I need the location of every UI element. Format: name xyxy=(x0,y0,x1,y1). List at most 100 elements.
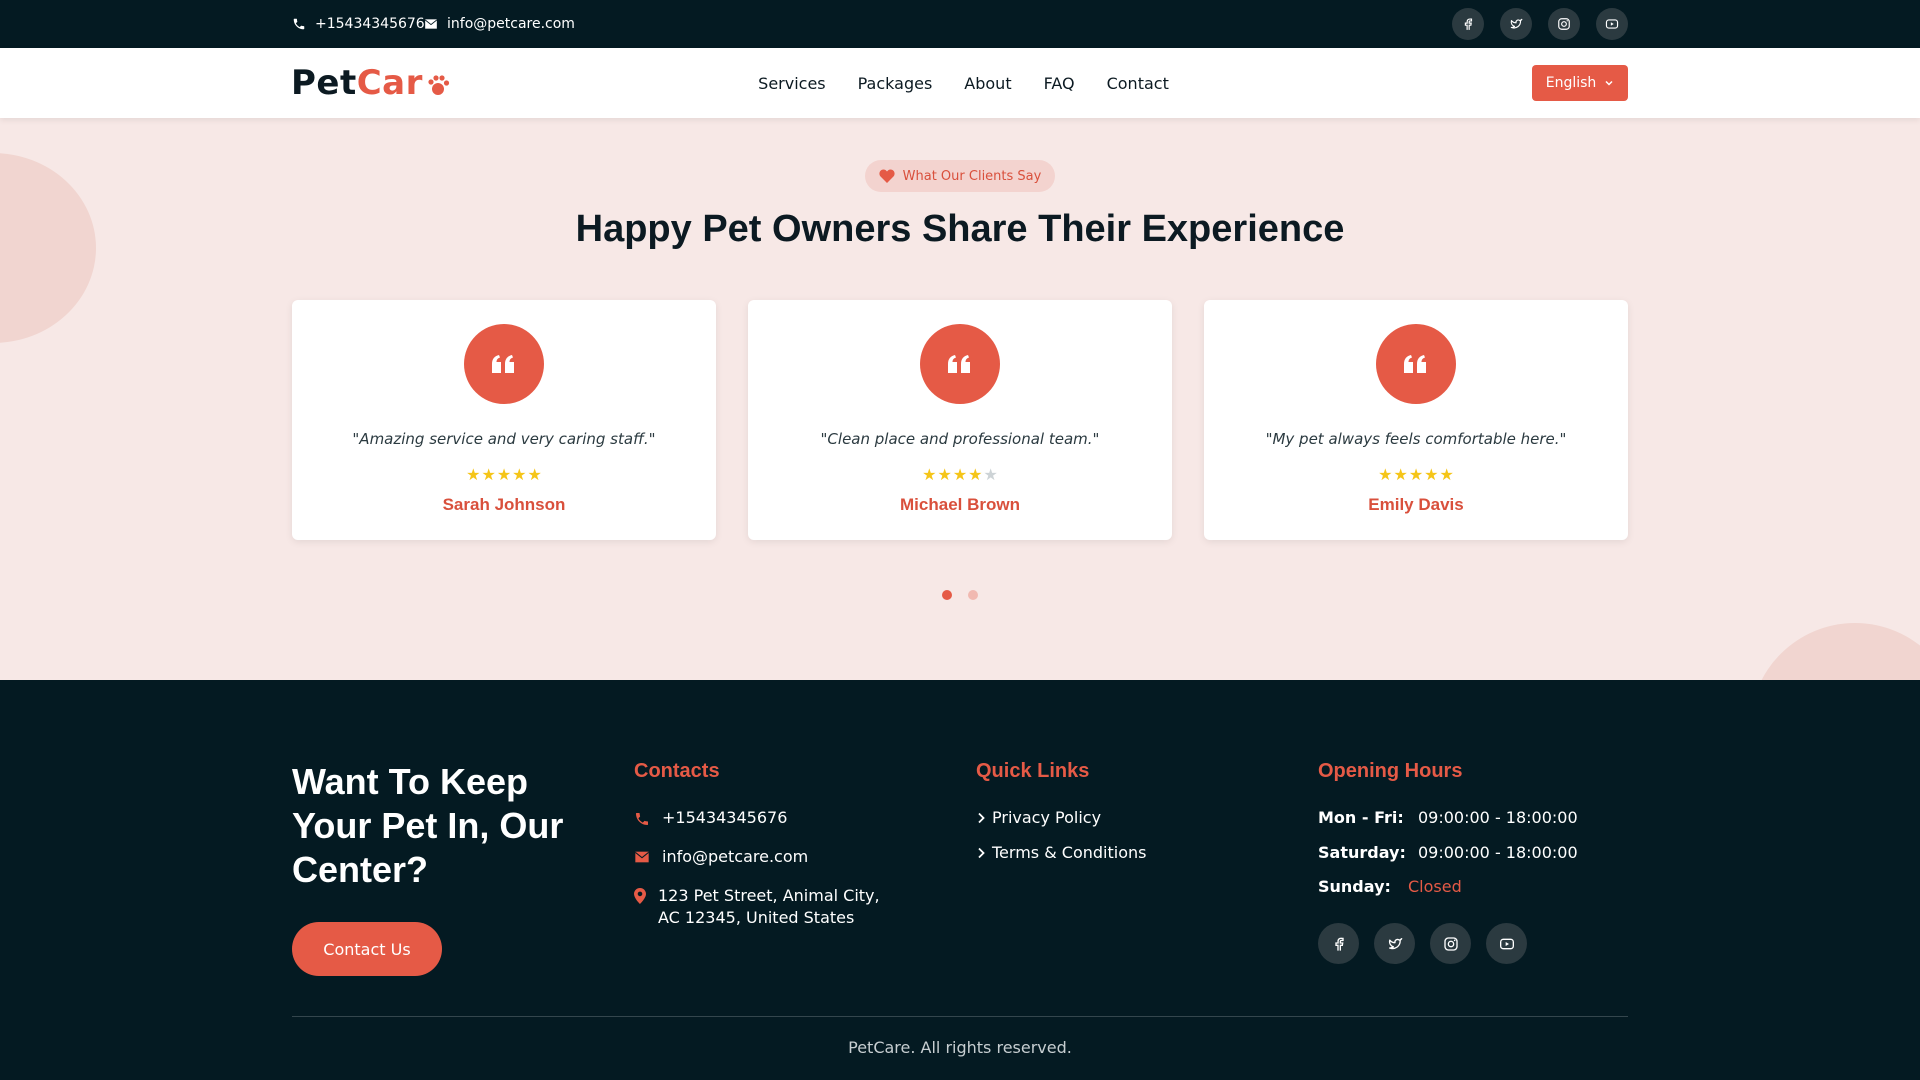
star-rating: ★ ★ ★ ★ ★ xyxy=(292,467,716,483)
twitter-icon[interactable] xyxy=(1500,8,1532,40)
navbar: Pet Car Services Packages About FAQ Cont… xyxy=(0,48,1920,118)
topbar-email[interactable]: info@petcare.com xyxy=(424,0,575,48)
hours-row-saturday: Saturday: 09:00:00 - 18:00:00 xyxy=(1318,843,1578,862)
envelope-icon xyxy=(635,851,649,863)
hours-value: 09:00:00 - 18:00:00 xyxy=(1418,808,1578,827)
chevron-right-icon xyxy=(978,847,985,858)
star-filled-icon: ★ xyxy=(1439,465,1454,484)
footer-email-text: info@petcare.com xyxy=(662,847,809,866)
twitter-icon[interactable] xyxy=(1374,923,1415,964)
map-pin-icon xyxy=(634,888,646,904)
testimonial-card: "My pet always feels comfortable here." … xyxy=(1204,300,1628,540)
cta-title: Want To Keep Your Pet In, Our Center? xyxy=(292,761,564,890)
quote-icon-circle xyxy=(920,324,1000,404)
nav-link-faq[interactable]: FAQ xyxy=(1044,74,1075,93)
youtube-icon[interactable] xyxy=(1596,8,1628,40)
star-filled-icon: ★ xyxy=(1378,465,1393,484)
star-filled-icon: ★ xyxy=(1408,465,1424,484)
decor-circle-right xyxy=(1750,623,1920,680)
testimonial-author: Michael Brown xyxy=(900,495,1020,514)
quote-icon xyxy=(948,355,970,373)
footer-divider xyxy=(292,1016,1628,1017)
hours-row-weekdays: Mon - Fri: 09:00:00 - 18:00:00 xyxy=(1318,808,1578,827)
star-filled-icon: ★ xyxy=(481,465,496,484)
testimonials-section: What Our Clients Say Happy Pet Owners Sh… xyxy=(0,118,1920,680)
facebook-icon[interactable] xyxy=(1318,923,1359,964)
topbar-email-text: info@petcare.com xyxy=(447,16,575,32)
main-nav: Services Packages About FAQ Contact xyxy=(0,48,1920,118)
contact-us-button[interactable]: Contact Us xyxy=(292,922,442,976)
carousel-dot[interactable] xyxy=(968,590,978,600)
top-bar: +15434345676 info@petcare.com xyxy=(0,0,1920,48)
star-empty-icon: ★ xyxy=(983,465,998,484)
heart-icon xyxy=(879,169,895,183)
testimonial-card: "Clean place and professional team." ★ ★ ★… xyxy=(748,300,1172,540)
phone-icon xyxy=(636,813,648,825)
language-select[interactable]: English xyxy=(1532,65,1628,101)
instagram-icon[interactable] xyxy=(1430,923,1471,964)
topbar-phone-text: +15434345676 xyxy=(315,16,425,32)
footer-phone[interactable]: +15434345676 xyxy=(634,808,787,827)
hours-day: Saturday: xyxy=(1318,843,1406,862)
hours-value: 09:00:00 - 18:00:00 xyxy=(1418,843,1578,862)
youtube-icon[interactable] xyxy=(1486,923,1527,964)
nav-link-packages[interactable]: Packages xyxy=(858,74,933,93)
hours-row-sunday: Sunday: Closed xyxy=(1318,877,1462,896)
phone-icon xyxy=(293,18,305,30)
link-terms-conditions-label: Terms & Conditions xyxy=(992,843,1147,862)
language-label: English xyxy=(1545,75,1597,91)
facebook-icon[interactable] xyxy=(1452,8,1484,40)
footer-phone-text: +15434345676 xyxy=(662,808,788,827)
star-filled-icon: ★ xyxy=(527,465,542,484)
star-filled-icon: ★ xyxy=(1424,465,1439,484)
copyright-text: PetCare. All rights reserved. xyxy=(848,1038,1072,1057)
nav-link-contact[interactable]: Contact xyxy=(1107,74,1169,93)
carousel-pagination xyxy=(0,590,1920,600)
section-badge: What Our Clients Say xyxy=(865,160,1055,192)
chevron-right-icon xyxy=(978,812,985,823)
testimonial-author: Emily Davis xyxy=(1368,495,1464,514)
star-filled-icon: ★ xyxy=(968,465,983,484)
instagram-icon[interactable] xyxy=(1548,8,1580,40)
chevron-down-icon xyxy=(1605,80,1613,86)
footer-email[interactable]: info@petcare.com xyxy=(634,847,808,866)
quote-icon xyxy=(1404,355,1426,373)
opening-hours-title: Opening Hours xyxy=(1318,760,1463,782)
star-rating: ★ ★ ★ ★ ★ xyxy=(1204,467,1628,483)
address-line-2: AC 12345, United States xyxy=(658,908,855,927)
link-privacy-policy-label: Privacy Policy xyxy=(992,808,1102,827)
star-filled-icon: ★ xyxy=(466,465,481,484)
hours-day: Sunday: xyxy=(1318,877,1391,896)
star-filled-icon: ★ xyxy=(1393,465,1408,484)
quote-icon-circle xyxy=(464,324,544,404)
star-filled-icon: ★ xyxy=(512,465,527,484)
footer-address: 123 Pet Street, Animal City, AC 12345, U… xyxy=(634,885,880,929)
testimonial-author: Sarah Johnson xyxy=(442,495,566,514)
envelope-icon xyxy=(425,19,437,29)
address-line-1: 123 Pet Street, Animal City, xyxy=(658,886,880,905)
section-title: Happy Pet Owners Share Their Experience xyxy=(575,208,1345,250)
nav-link-about[interactable]: About xyxy=(964,74,1011,93)
testimonial-card: "Amazing service and very caring staff."… xyxy=(292,300,716,540)
footer-social xyxy=(1318,923,1527,964)
topbar-phone[interactable]: +15434345676 xyxy=(292,0,425,48)
quick-links-title: Quick Links xyxy=(976,760,1090,782)
section-badge-text: What Our Clients Say xyxy=(902,168,1042,184)
testimonial-quote: "Amazing service and very caring staff." xyxy=(352,430,656,448)
hours-value-closed: Closed xyxy=(1408,877,1462,896)
star-filled-icon: ★ xyxy=(496,465,512,484)
testimonial-quote: "Clean place and professional team." xyxy=(820,430,1100,448)
quote-icon-circle xyxy=(1376,324,1456,404)
footer: Want To Keep Your Pet In, Our Center? Co… xyxy=(0,680,1920,1080)
testimonial-quote: "My pet always feels comfortable here." xyxy=(1265,430,1567,448)
quote-icon xyxy=(492,355,514,373)
carousel-dot[interactable] xyxy=(942,590,952,600)
star-filled-icon: ★ xyxy=(922,465,937,484)
link-terms-conditions[interactable]: Terms & Conditions xyxy=(976,843,1146,862)
nav-link-services[interactable]: Services xyxy=(758,74,825,93)
hours-day: Mon - Fri: xyxy=(1318,808,1404,827)
topbar-social xyxy=(1452,8,1628,40)
link-privacy-policy[interactable]: Privacy Policy xyxy=(976,808,1101,827)
star-filled-icon: ★ xyxy=(952,465,968,484)
star-filled-icon: ★ xyxy=(937,465,952,484)
